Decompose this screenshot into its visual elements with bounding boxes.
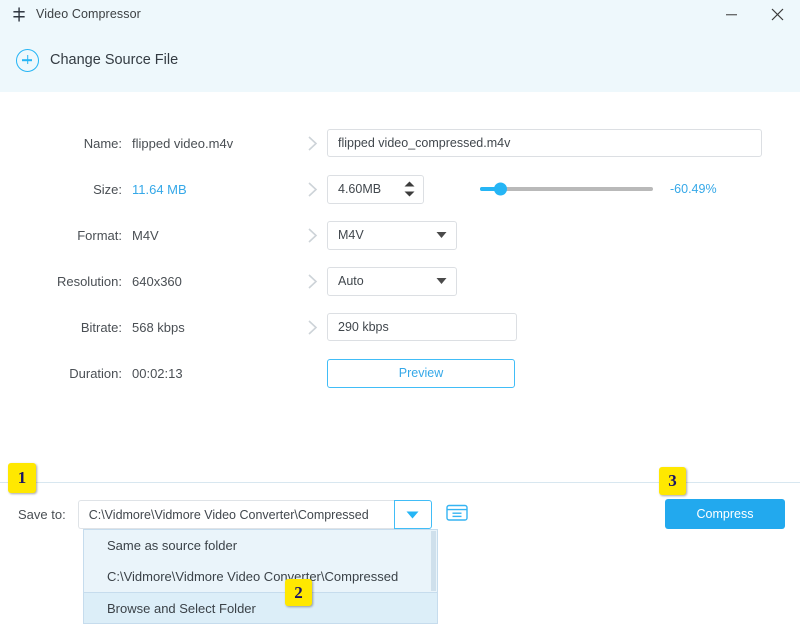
dropdown-item-compressed-path[interactable]: C:\Vidmore\Vidmore Video Converter\Compr…	[84, 561, 437, 592]
chevron-down-icon	[406, 506, 419, 524]
save-path-value: C:\Vidmore\Vidmore Video Converter\Compr…	[89, 508, 369, 522]
save-path-dropdown-button[interactable]	[394, 500, 432, 529]
dropdown-item-label: Browse and Select Folder	[107, 601, 256, 616]
dropdown-item-browse-and-select-folder[interactable]: Browse and Select Folder	[84, 592, 437, 623]
size-source-value: 11.64 MB	[132, 182, 297, 197]
compression-percent-label: -60.49%	[670, 182, 717, 196]
title-bar: Video Compressor	[0, 0, 800, 28]
name-source-value: flipped video.m4v	[132, 136, 297, 151]
format-select-value: M4V	[338, 228, 364, 242]
chevron-down-icon	[436, 278, 447, 285]
slider-thumb[interactable]	[494, 183, 507, 196]
chevron-right-icon	[297, 135, 327, 152]
save-path-input[interactable]: C:\Vidmore\Vidmore Video Converter\Compr…	[78, 500, 394, 529]
row-format: Format: M4V M4V	[0, 212, 800, 258]
resolution-label: Resolution:	[0, 274, 132, 289]
compress-button-label: Compress	[697, 507, 754, 521]
output-name-input[interactable]: flipped video_compressed.m4v	[327, 129, 762, 157]
bitrate-source-value: 568 kbps	[132, 320, 297, 335]
annotation-badge-1: 1	[8, 463, 36, 493]
dropdown-item-same-as-source[interactable]: Same as source folder	[84, 530, 437, 561]
compress-button[interactable]: Compress	[665, 499, 785, 529]
target-size-value: 4.60MB	[338, 182, 381, 196]
duration-label: Duration:	[0, 366, 132, 381]
window-controls	[708, 0, 800, 28]
output-name-value: flipped video_compressed.m4v	[338, 136, 510, 150]
window-title: Video Compressor	[36, 7, 141, 21]
annotation-badge-2: 2	[285, 579, 312, 606]
resolution-select-value: Auto	[338, 274, 364, 288]
change-source-file-button[interactable]: Change Source File	[16, 49, 178, 72]
save-to-label: Save to:	[18, 507, 66, 522]
dropdown-item-label: C:\Vidmore\Vidmore Video Converter\Compr…	[107, 569, 398, 584]
dropdown-scrollbar[interactable]	[431, 531, 436, 591]
settings-panel: Name: flipped video.m4v flipped video_co…	[0, 92, 800, 482]
compression-slider[interactable]: -60.49%	[480, 182, 717, 196]
row-name: Name: flipped video.m4v flipped video_co…	[0, 120, 800, 166]
row-duration: Duration: 00:02:13 Preview	[0, 350, 800, 396]
compress-icon	[10, 5, 28, 23]
chevron-right-icon	[297, 319, 327, 336]
folder-list-icon	[446, 503, 468, 527]
bitrate-label: Bitrate:	[0, 320, 132, 335]
minimize-button[interactable]	[708, 0, 754, 28]
dropdown-item-label: Same as source folder	[107, 538, 237, 553]
open-folder-button[interactable]	[445, 505, 469, 525]
slider-track[interactable]	[480, 187, 653, 191]
bitrate-input[interactable]: 290 kbps	[327, 313, 517, 341]
stepper-down-icon	[404, 191, 415, 197]
chevron-down-icon	[436, 232, 447, 239]
preview-button[interactable]: Preview	[327, 359, 515, 388]
chevron-right-icon	[297, 181, 327, 198]
bitrate-value: 290 kbps	[338, 320, 389, 334]
resolution-select[interactable]: Auto	[327, 267, 457, 296]
change-source-file-label: Change Source File	[50, 52, 178, 68]
row-resolution: Resolution: 640x360 Auto	[0, 258, 800, 304]
row-size: Size: 11.64 MB 4.60MB -60.49%	[0, 166, 800, 212]
size-label: Size:	[0, 182, 132, 197]
row-bitrate: Bitrate: 568 kbps 290 kbps	[0, 304, 800, 350]
format-label: Format:	[0, 228, 132, 243]
header-band: Change Source File	[0, 28, 800, 92]
annotation-badge-3: 3	[659, 467, 686, 495]
chevron-right-icon	[297, 227, 327, 244]
close-button[interactable]	[754, 0, 800, 28]
preview-button-label: Preview	[399, 366, 443, 380]
format-source-value: M4V	[132, 228, 297, 243]
resolution-source-value: 640x360	[132, 274, 297, 289]
target-size-stepper[interactable]: 4.60MB	[327, 175, 424, 204]
plus-circle-icon	[16, 49, 39, 72]
duration-value: 00:02:13	[132, 366, 297, 381]
stepper-buttons[interactable]	[404, 176, 415, 203]
chevron-right-icon	[297, 273, 327, 290]
name-label: Name:	[0, 136, 132, 151]
stepper-up-icon	[404, 181, 415, 187]
format-select[interactable]: M4V	[327, 221, 457, 250]
